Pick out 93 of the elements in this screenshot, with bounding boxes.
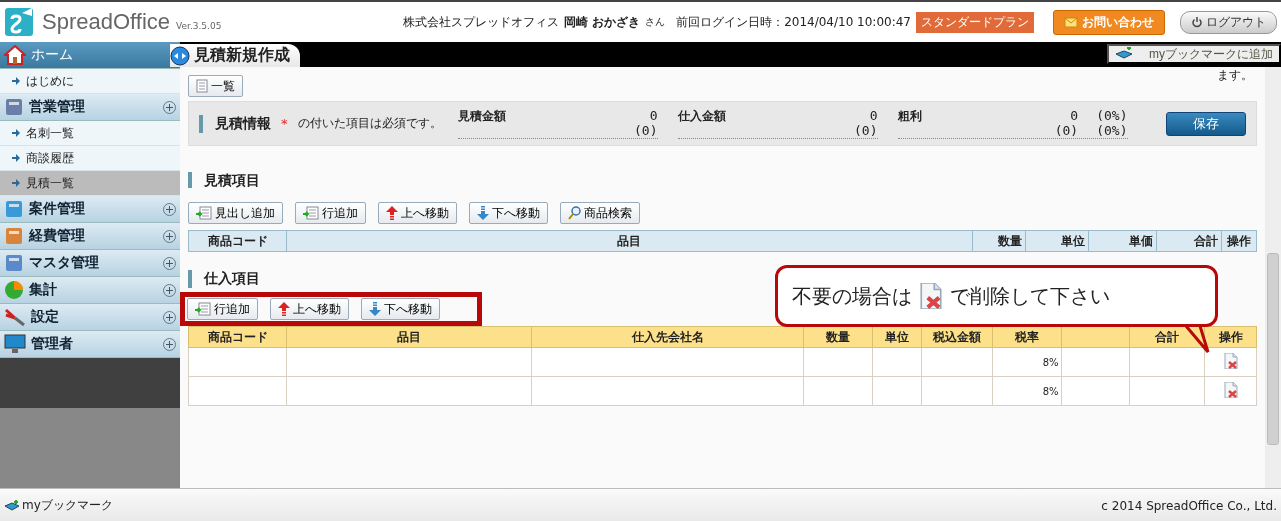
arrow-icon <box>12 154 20 162</box>
sidebar-category[interactable]: 集計 <box>0 277 180 304</box>
column-header: 合計 <box>1156 230 1221 252</box>
column-header: 単位 <box>1025 230 1089 252</box>
sidebar-category[interactable]: 案件管理 <box>0 196 180 223</box>
envelope-icon <box>1064 16 1078 28</box>
bookmark-link[interactable]: myブックマーク <box>22 497 113 514</box>
arrow-icon <box>12 77 20 85</box>
plan-badge: スタンダードプラン <box>916 11 1034 33</box>
down-arrow-icon <box>369 302 381 316</box>
logo-icon <box>4 7 36 37</box>
toolbar-button[interactable]: 下へ移動 <box>361 298 440 320</box>
book-plus-icon <box>1115 47 1133 61</box>
sidebar-link[interactable]: 商談履歴 <box>0 146 180 171</box>
company-name: 株式会社スプレッドオフィス <box>402 13 559 31</box>
field-label: 仕入金額 <box>677 108 727 125</box>
add-row-icon <box>303 206 319 220</box>
toolbar-button[interactable]: 行追加 <box>295 202 366 224</box>
sidebar-category[interactable]: マスタ管理 <box>0 250 180 277</box>
page-tab[interactable]: 見積新規作成 <box>170 44 300 67</box>
user-name: 岡崎 おかざき <box>563 13 641 31</box>
toolbar-button[interactable]: 見出し追加 <box>188 202 283 224</box>
column-header: 数量 <box>972 230 1026 252</box>
scrollbar[interactable] <box>1265 67 1281 488</box>
add-bookmark-button[interactable]: myブックマークに追加 <box>1107 44 1281 64</box>
callout-text: で削除して下さい <box>950 282 1110 310</box>
required-note: の付いた項目は必須です。 <box>297 115 442 132</box>
add-row-icon <box>195 302 211 316</box>
document-icon <box>196 79 208 93</box>
search-icon <box>568 206 581 220</box>
field-value: 0 (0) <box>854 108 878 138</box>
logout-button[interactable]: ログアウト <box>1180 10 1277 34</box>
column-header: 品目 <box>286 230 972 252</box>
column-header: 操作 <box>1204 326 1257 348</box>
toolbar-button[interactable]: 行追加 <box>187 298 258 320</box>
delete-icon[interactable] <box>1222 382 1239 398</box>
monitor-icon <box>4 334 26 354</box>
delete-icon[interactable] <box>918 283 944 309</box>
power-icon <box>1191 16 1203 28</box>
field-label: 粗利 <box>897 108 923 125</box>
callout-text: 不要の場合は <box>792 282 912 310</box>
down-arrow-icon <box>477 206 489 220</box>
pie-chart-icon <box>4 280 24 300</box>
toolbar-button[interactable]: 上へ移動 <box>270 298 349 320</box>
section-title: 見積項目 <box>188 172 260 188</box>
sidebar-category[interactable]: ホーム <box>0 42 180 69</box>
category-icon <box>4 199 24 219</box>
up-arrow-icon <box>278 302 290 316</box>
tax-rate-cell: 8% <box>992 376 1062 406</box>
sidebar-link[interactable]: 名刺一覧 <box>0 121 180 146</box>
version-label: Ver.3.5.05 <box>176 21 222 31</box>
arrow-icon <box>12 129 20 137</box>
category-icon <box>4 97 24 117</box>
field-label: 見積金額 <box>457 108 507 125</box>
category-icon <box>4 226 24 246</box>
copyright: c 2014 SpreadOffice Co., Ltd. <box>1101 498 1277 513</box>
pliers-icon <box>4 307 26 327</box>
sidebar-link[interactable]: 見積一覧 <box>0 171 180 196</box>
collapse-toggle-icon[interactable] <box>170 45 190 66</box>
sidebar-category[interactable]: 経費管理 <box>0 223 180 250</box>
up-arrow-icon <box>386 206 398 220</box>
column-header: 仕入先会社名 <box>531 326 804 348</box>
category-icon <box>4 253 24 273</box>
column-header: 品目 <box>286 326 532 348</box>
list-button[interactable]: 一覧 <box>188 75 243 97</box>
tax-rate-cell: 8% <box>992 347 1062 377</box>
save-button[interactable]: 保存 <box>1166 111 1246 136</box>
toolbar-button[interactable]: 商品検索 <box>560 202 640 224</box>
section-title: 見積情報 <box>199 114 271 133</box>
app-name: SpreadOffice <box>42 9 170 35</box>
sidebar-category[interactable]: 管理者 <box>0 331 180 358</box>
sidebar-category[interactable]: 営業管理 <box>0 94 180 121</box>
column-header: 商品コード <box>188 326 287 348</box>
honorific: さん <box>645 15 666 29</box>
sidebar-category[interactable]: 設定 <box>0 304 180 331</box>
column-header: 商品コード <box>188 230 287 252</box>
house-icon <box>4 45 26 65</box>
field-value: 0 (0) <box>634 108 658 138</box>
toolbar-button[interactable]: 下へ移動 <box>469 202 548 224</box>
arrow-icon <box>12 179 20 187</box>
required-mark: * <box>281 116 288 131</box>
book-plus-icon <box>4 499 20 512</box>
delete-icon[interactable] <box>1222 353 1239 369</box>
note-text: ます。 <box>1217 67 1253 84</box>
column-header: 単価 <box>1088 230 1157 252</box>
toolbar-button[interactable]: 上へ移動 <box>378 202 457 224</box>
rate-value: (0%) (0%) <box>1096 108 1128 138</box>
column-header: 操作 <box>1221 230 1257 252</box>
section-title: 仕入項目 <box>188 270 260 288</box>
field-value: 0 (0) <box>1054 108 1079 138</box>
sidebar-link[interactable]: はじめに <box>0 69 180 94</box>
last-login: 前回ログイン日時：2014/04/10 10:00:47 <box>676 13 911 31</box>
add-row-icon <box>196 206 212 220</box>
